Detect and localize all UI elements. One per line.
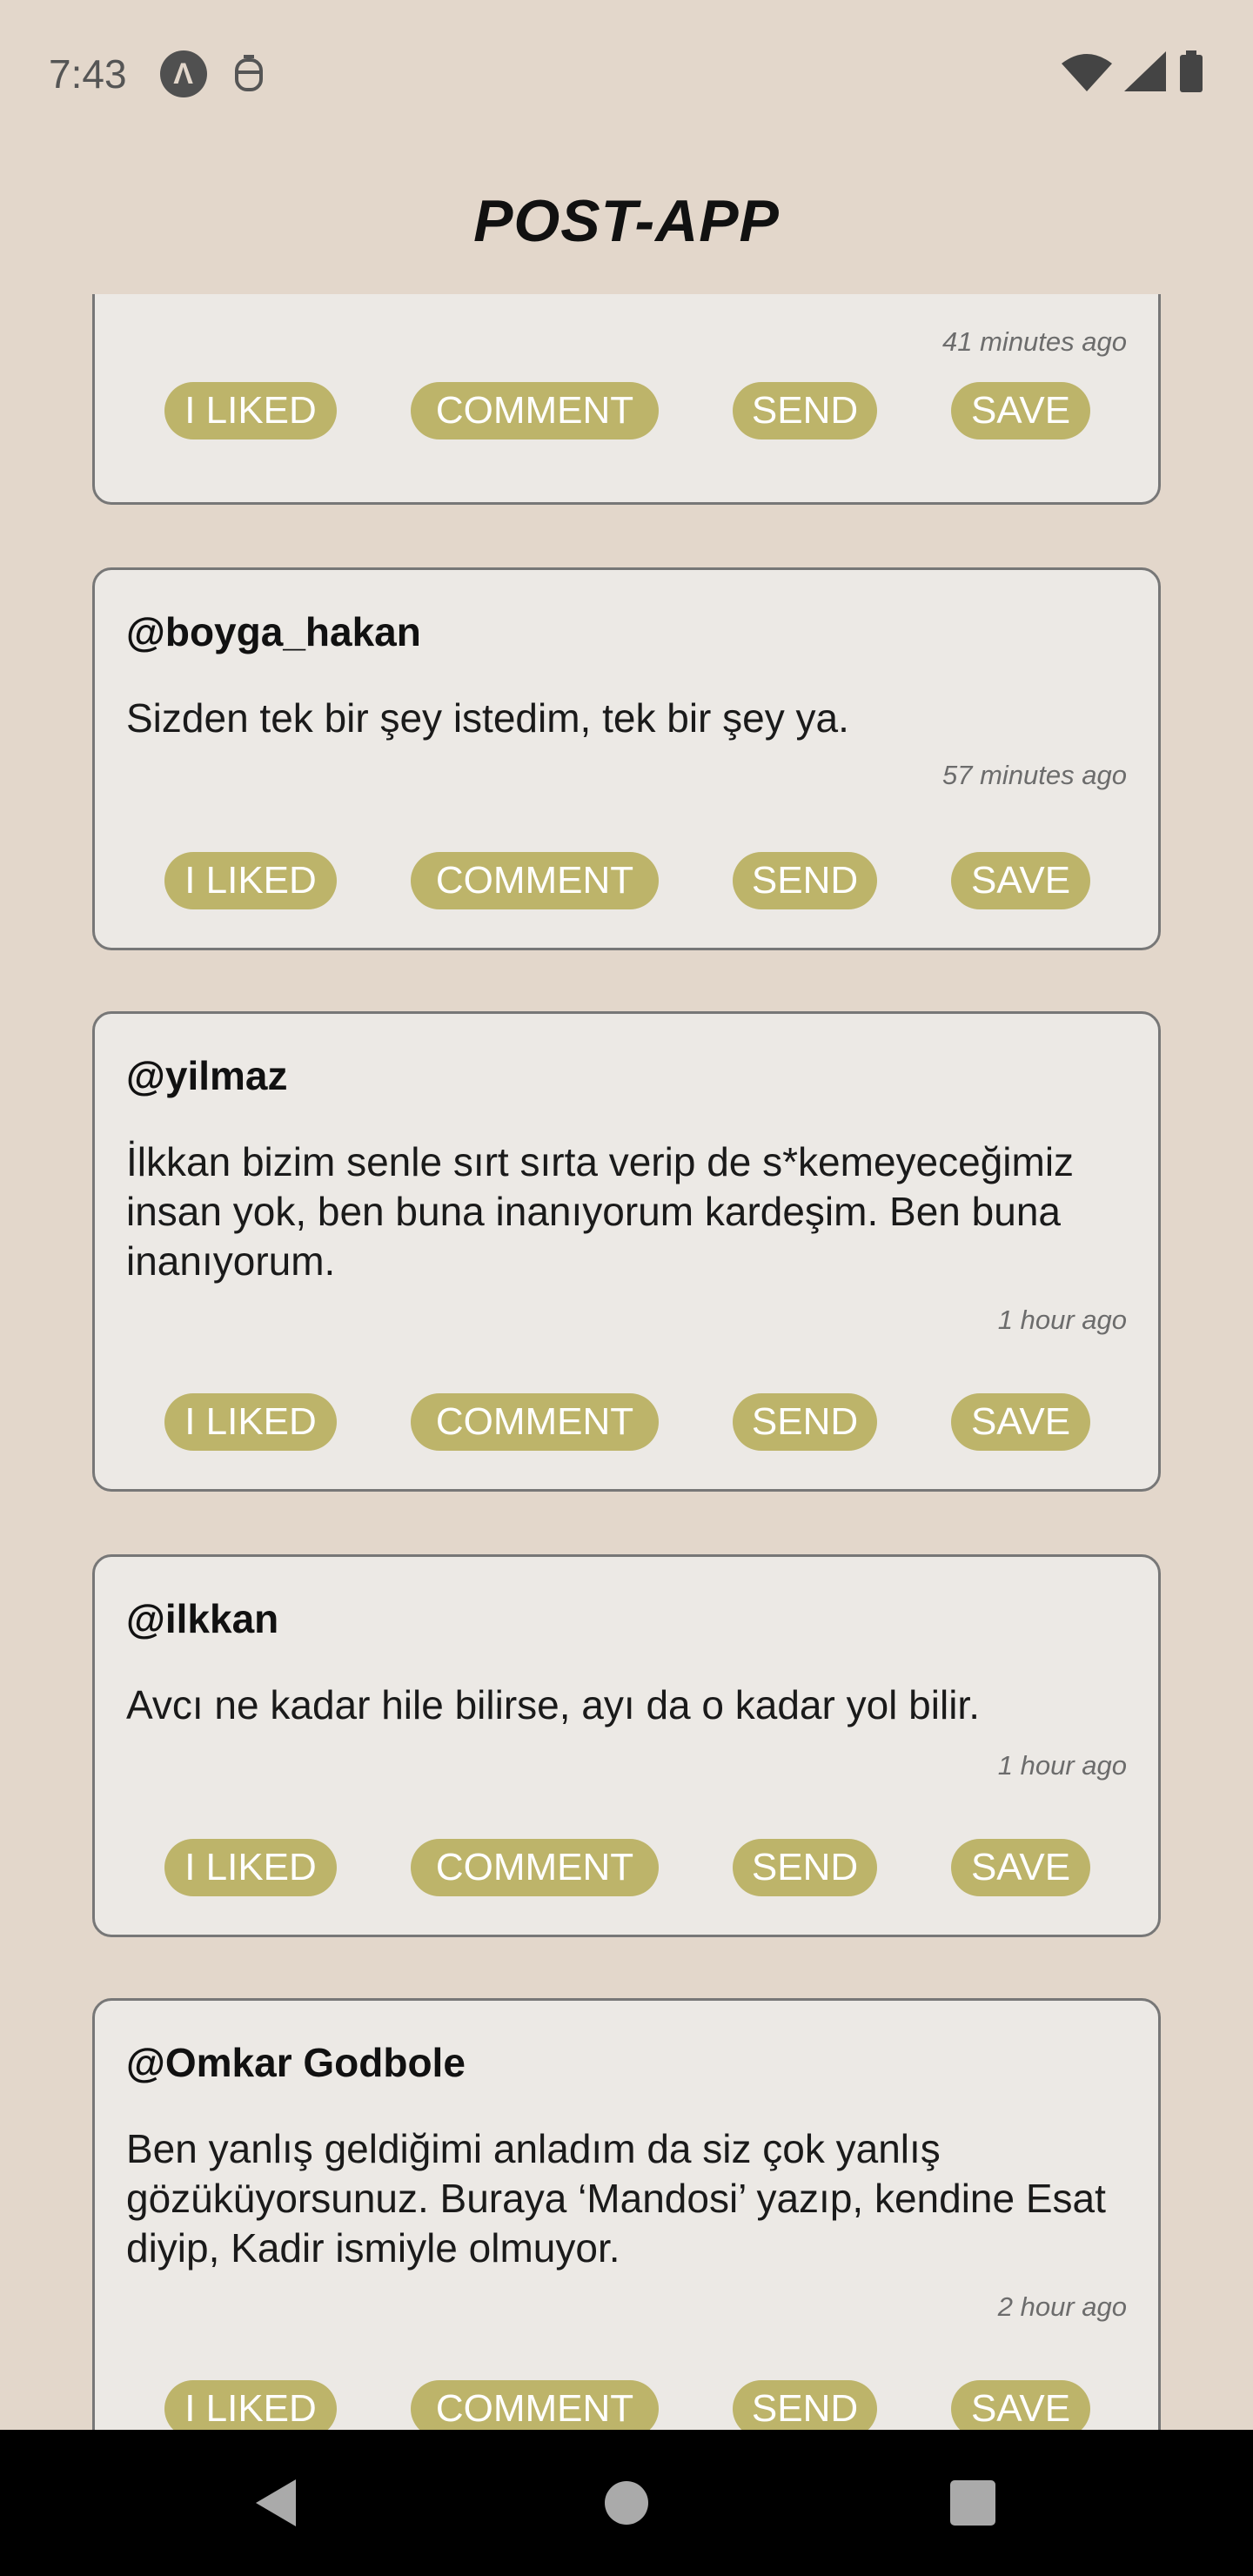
post-text: İlkkan bizim senle sırt sırta verip de s… xyxy=(126,1139,1075,1284)
post-card: @Omkar Godbole Ben yanlış geldiğimi anla… xyxy=(92,1998,1161,2430)
post-text: Avcı ne kadar hile bilirse, ayı da o kad… xyxy=(126,1682,980,1727)
app-badge-icon: Λ xyxy=(159,50,207,97)
home-icon[interactable] xyxy=(604,2480,649,2526)
post-author[interactable]: @yilmaz xyxy=(126,1052,287,1099)
status-time: 7:43 xyxy=(49,51,127,97)
post-time: 41 minutes ago xyxy=(942,326,1127,357)
post-card: @ilkkan Avcı ne kadar hile bilirse, ayı … xyxy=(92,1554,1161,1937)
comment-button[interactable]: COMMENT xyxy=(411,382,659,439)
post-card: @yilmaz İlkkan bizim senle sırt sırta ve… xyxy=(92,1011,1161,1492)
post-actions: I LIKED COMMENT SEND SAVE xyxy=(95,852,1163,909)
send-button[interactable]: SEND xyxy=(733,1839,877,1896)
send-button[interactable]: SEND xyxy=(733,382,877,439)
wifi-icon xyxy=(1062,54,1112,91)
post-actions: I LIKED COMMENT SEND SAVE xyxy=(95,1393,1163,1451)
save-button[interactable]: SAVE xyxy=(951,1393,1090,1451)
status-bar: 7:43 Λ xyxy=(0,0,1253,148)
post-feed[interactable]: 41 minutes ago I LIKED COMMENT SEND SAVE… xyxy=(0,294,1253,2430)
comment-button[interactable]: COMMENT xyxy=(411,1839,659,1896)
face-icon xyxy=(234,55,263,91)
post-author[interactable]: @Omkar Godbole xyxy=(126,2039,466,2086)
send-button[interactable]: SEND xyxy=(733,852,877,909)
save-button[interactable]: SAVE xyxy=(951,1839,1090,1896)
post-time: 1 hour ago xyxy=(997,1305,1127,1335)
post-card: 41 minutes ago I LIKED COMMENT SEND SAVE xyxy=(92,294,1161,505)
post-author[interactable]: @boyga_hakan xyxy=(126,608,421,655)
back-icon[interactable] xyxy=(254,2478,298,2528)
battery-icon xyxy=(1180,50,1203,92)
post-text: Sizden tek bir şey istedim, tek bir şey … xyxy=(126,695,849,741)
navigation-bar xyxy=(0,2430,1253,2576)
post-time: 2 hour ago xyxy=(997,2291,1127,2322)
status-right-icons xyxy=(1062,50,1204,92)
post-time: 57 minutes ago xyxy=(942,760,1127,790)
post-actions: I LIKED COMMENT SEND SAVE xyxy=(95,2380,1163,2430)
app-title: POST-APP xyxy=(473,188,780,254)
like-button[interactable]: I LIKED xyxy=(164,382,337,439)
like-button[interactable]: I LIKED xyxy=(164,1393,337,1451)
recents-icon[interactable] xyxy=(950,2480,995,2526)
like-button[interactable]: I LIKED xyxy=(164,1839,337,1896)
save-button[interactable]: SAVE xyxy=(951,2380,1090,2430)
post-author[interactable]: @ilkkan xyxy=(126,1595,278,1642)
send-button[interactable]: SEND xyxy=(733,2380,877,2430)
comment-button[interactable]: COMMENT xyxy=(411,2380,659,2430)
save-button[interactable]: SAVE xyxy=(951,852,1090,909)
signal-icon xyxy=(1124,51,1166,91)
like-button[interactable]: I LIKED xyxy=(164,2380,337,2430)
post-time: 1 hour ago xyxy=(997,1750,1127,1781)
comment-button[interactable]: COMMENT xyxy=(411,852,659,909)
post-actions: I LIKED COMMENT SEND SAVE xyxy=(95,1839,1163,1896)
post-text: Ben yanlış geldiğimi anladım da siz çok … xyxy=(126,2126,1106,2271)
like-button[interactable]: I LIKED xyxy=(164,852,337,909)
send-button[interactable]: SEND xyxy=(733,1393,877,1451)
post-actions: I LIKED COMMENT SEND SAVE xyxy=(95,382,1163,439)
post-card: @boyga_hakan Sizden tek bir şey istedim,… xyxy=(92,567,1161,950)
comment-button[interactable]: COMMENT xyxy=(411,1393,659,1451)
save-button[interactable]: SAVE xyxy=(951,382,1090,439)
app-header: POST-APP xyxy=(0,148,1253,294)
